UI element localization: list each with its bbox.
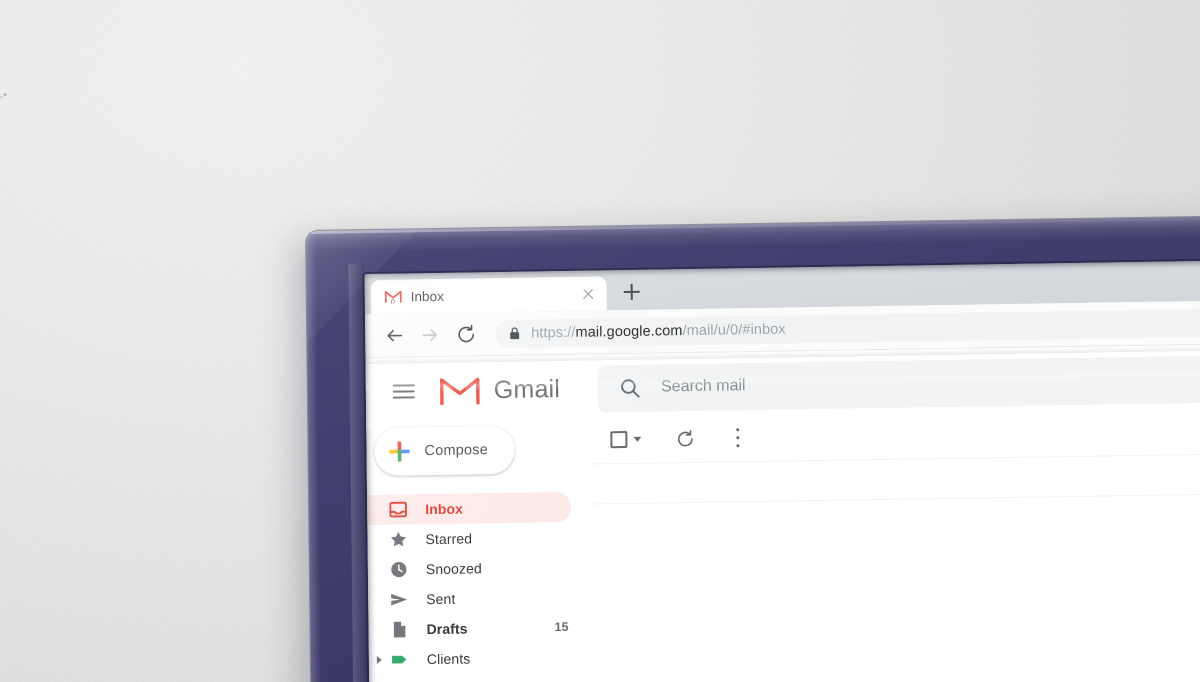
address-bar-url: https://mail.google.com/mail/u/0/#inbox: [531, 320, 786, 341]
send-icon: [390, 590, 408, 608]
clock-icon: [390, 560, 408, 578]
close-icon[interactable]: [580, 285, 597, 302]
wall-speck: [0, 96, 3, 98]
sidebar-item-inbox[interactable]: Inbox: [366, 491, 572, 526]
sidebar-item-drafts[interactable]: Drafts 15: [368, 612, 572, 645]
more-options-icon[interactable]: [727, 427, 747, 449]
gmail-body: Compose Inbox Starred Snoozed Sent Drafts 15 C…: [366, 402, 1200, 682]
chevron-down-icon[interactable]: [633, 436, 642, 442]
compose-button[interactable]: Compose: [374, 425, 515, 476]
gmail-nav-list: Inbox Starred Snoozed Sent Drafts 15 Clients: [366, 491, 595, 676]
address-bar[interactable]: https://mail.google.com/mail/u/0/#inbox: [495, 304, 1200, 348]
label-icon: [391, 650, 409, 668]
gmail-m-icon: [439, 375, 480, 407]
lock-icon: [509, 327, 520, 340]
search-bar[interactable]: [597, 351, 1200, 412]
back-icon[interactable]: [379, 320, 409, 350]
inbox-icon: [389, 500, 407, 518]
sidebar-item-count: 15: [554, 619, 569, 635]
laptop-bezel: 0 Inbox https://mail.google.com/mail/u/0…: [306, 215, 1200, 682]
gmail-favicon-icon: 0: [384, 290, 402, 306]
refresh-icon[interactable]: [675, 428, 695, 448]
sidebar-item-label: Drafts: [426, 620, 468, 638]
hamburger-menu-icon[interactable]: [384, 371, 424, 412]
draft-icon: [390, 620, 408, 638]
gmail-sidebar: Compose Inbox Starred Snoozed Sent Drafts 15 C…: [366, 416, 597, 682]
star-icon: [389, 530, 407, 548]
reload-icon[interactable]: [451, 319, 481, 349]
laptop-screen: 0 Inbox https://mail.google.com/mail/u/0…: [364, 256, 1200, 682]
search-input[interactable]: [660, 365, 1200, 397]
search-icon: [620, 377, 641, 398]
new-tab-button[interactable]: [615, 275, 649, 310]
sidebar-item-clients[interactable]: Clients: [369, 642, 573, 675]
expand-caret-icon[interactable]: [376, 655, 382, 664]
sidebar-item-label: Snoozed: [425, 560, 482, 578]
sidebar-item-label: Sent: [426, 590, 456, 608]
compose-button-label: Compose: [424, 442, 489, 460]
compose-plus-icon: [388, 440, 410, 462]
gmail-logo[interactable]: Gmail: [439, 374, 561, 407]
sidebar-item-snoozed[interactable]: Snoozed: [368, 552, 572, 585]
sidebar-item-sent[interactable]: Sent: [368, 582, 572, 615]
sidebar-item-label: Starred: [425, 530, 473, 548]
gmail-mail-list: No new mail!: [592, 402, 1200, 682]
checkbox-icon: [610, 430, 628, 449]
forward-icon[interactable]: [415, 319, 445, 349]
sidebar-item-starred[interactable]: Starred: [367, 522, 571, 555]
sidebar-item-label: Clients: [426, 650, 471, 668]
svg-text:0: 0: [391, 299, 395, 304]
select-all-checkbox[interactable]: [610, 430, 642, 449]
browser-tab-inbox[interactable]: 0 Inbox: [370, 276, 607, 314]
sidebar-item-label: Inbox: [425, 500, 464, 518]
photo-scene: 0 Inbox https://mail.google.com/mail/u/0…: [0, 0, 1200, 682]
wall-speck: [3, 93, 7, 96]
browser-tab-title: Inbox: [410, 288, 444, 304]
gmail-app: Gmail Search mail Compose Inbox Starred …: [365, 346, 1200, 682]
gmail-wordmark: Gmail: [493, 374, 561, 404]
